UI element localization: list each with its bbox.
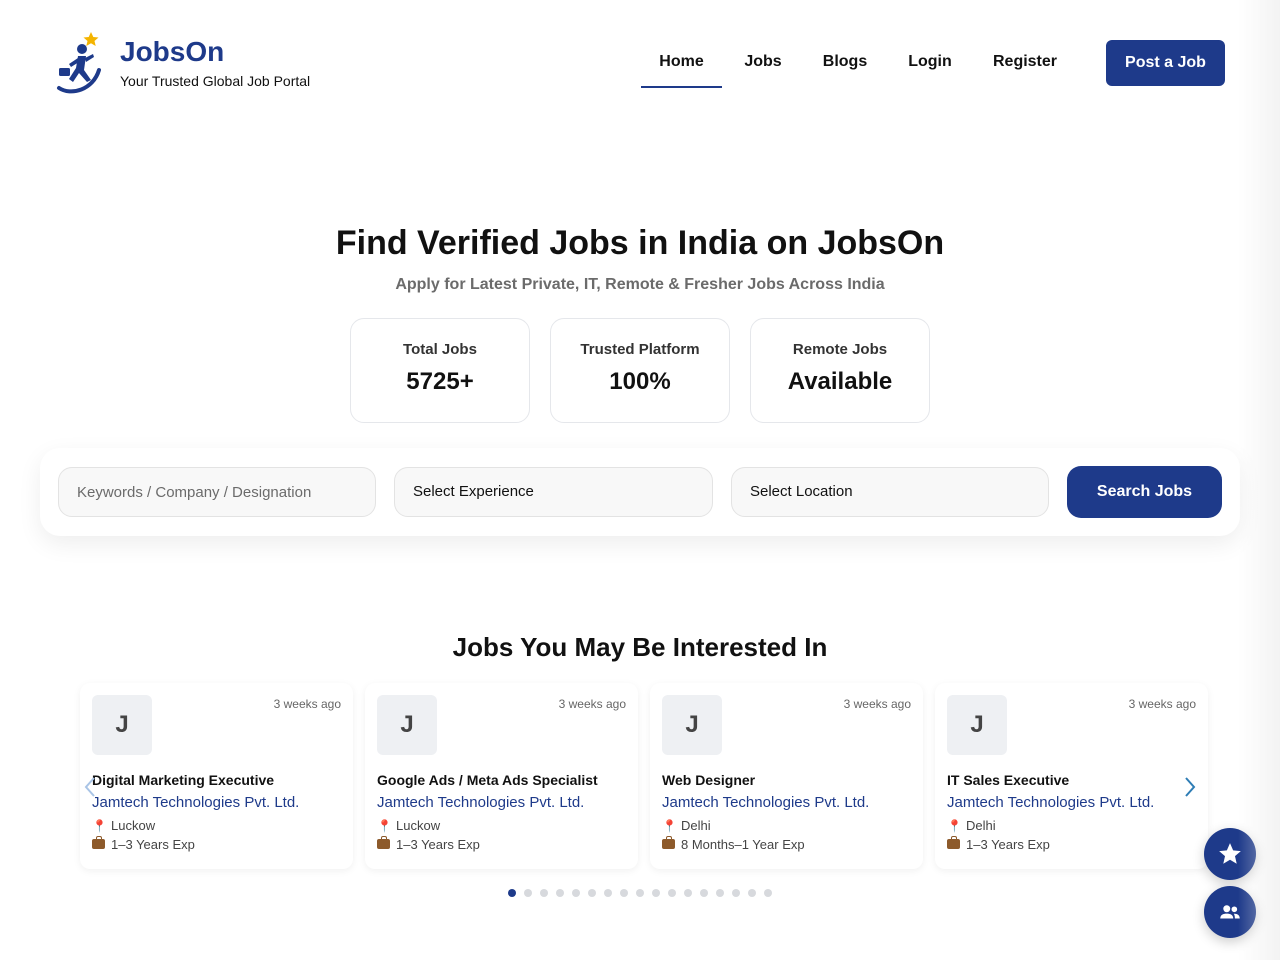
carousel-dot[interactable] (764, 889, 772, 897)
pin-icon: 📍 (377, 819, 392, 833)
job-title[interactable]: Google Ads / Meta Ads Specialist (377, 772, 598, 788)
brand-name[interactable]: JobsOn (120, 36, 224, 68)
search-jobs-button[interactable]: Search Jobs (1067, 466, 1222, 518)
carousel-dot[interactable] (524, 889, 532, 897)
job-experience: 1–3 Years Exp (947, 836, 1050, 852)
hero-title: Find Verified Jobs in India on JobsOn (335, 224, 945, 262)
briefcase-icon (947, 836, 960, 849)
section-title: Jobs You May Be Interested In (452, 632, 828, 662)
users-icon (1220, 905, 1240, 919)
experience-text: 1–3 Years Exp (111, 837, 195, 852)
carousel-dot[interactable] (540, 889, 548, 897)
experience-text: 1–3 Years Exp (396, 837, 480, 852)
carousel-dot[interactable] (604, 889, 612, 897)
site-header: JobsOn Your Trusted Global Job Portal Ho… (0, 0, 1280, 125)
company-avatar: J (947, 695, 1007, 755)
job-card[interactable]: J 3 weeks ago Digital Marketing Executiv… (80, 683, 353, 869)
location-text: Luckow (396, 818, 441, 833)
stat-value: 100% (609, 368, 671, 395)
job-location: 📍 Luckow (92, 818, 155, 833)
carousel-dot[interactable] (620, 889, 628, 897)
location-text: Delhi (681, 818, 711, 833)
job-card[interactable]: J 3 weeks ago Web Designer Jamtech Techn… (650, 683, 923, 869)
job-carousel: J 3 weeks ago Digital Marketing Executiv… (80, 683, 1208, 869)
job-experience: 8 Months–1 Year Exp (662, 836, 805, 852)
job-location: 📍 Delhi (947, 818, 996, 833)
company-name[interactable]: Jamtech Technologies Pvt. Ltd. (947, 794, 1154, 811)
carousel-dot[interactable] (572, 889, 580, 897)
carousel-dot[interactable] (732, 889, 740, 897)
carousel-dot[interactable] (700, 889, 708, 897)
carousel-dot[interactable] (636, 889, 644, 897)
stat-value: 5725+ (406, 368, 474, 395)
job-title[interactable]: IT Sales Executive (947, 772, 1069, 788)
brand-tagline: Your Trusted Global Job Portal (120, 73, 311, 89)
carousel-dot[interactable] (556, 889, 564, 897)
carousel-dot[interactable] (748, 889, 756, 897)
job-title[interactable]: Digital Marketing Executive (92, 772, 274, 788)
company-avatar: J (377, 695, 437, 755)
carousel-pagination (508, 889, 780, 899)
nav-register[interactable]: Register (974, 40, 1076, 88)
company-avatar: J (92, 695, 152, 755)
nav-jobs[interactable]: Jobs (722, 40, 804, 88)
company-avatar: J (662, 695, 722, 755)
post-job-button[interactable]: Post a Job (1106, 40, 1225, 86)
carousel-dot[interactable] (588, 889, 596, 897)
stat-label: Trusted Platform (580, 341, 700, 358)
company-name[interactable]: Jamtech Technologies Pvt. Ltd. (662, 794, 869, 811)
location-select[interactable]: Select Location (731, 467, 1049, 517)
keyword-search-input[interactable] (58, 467, 376, 517)
location-text: Luckow (111, 818, 156, 833)
job-card[interactable]: J 3 weeks ago IT Sales Executive Jamtech… (935, 683, 1208, 869)
star-icon (1219, 843, 1241, 864)
pin-icon: 📍 (662, 819, 677, 833)
experience-text: 1–3 Years Exp (966, 837, 1050, 852)
stat-label: Total Jobs (403, 341, 477, 358)
stat-card-trusted-platform: Trusted Platform 100% (550, 318, 730, 423)
briefcase-icon (92, 836, 105, 849)
nav-home[interactable]: Home (641, 40, 722, 88)
carousel-next-icon[interactable] (1180, 772, 1200, 802)
nav-login[interactable]: Login (886, 40, 974, 88)
company-name[interactable]: Jamtech Technologies Pvt. Ltd. (377, 794, 584, 811)
carousel-prev-icon[interactable] (80, 772, 100, 802)
stat-card-total-jobs: Total Jobs 5725+ (350, 318, 530, 423)
carousel-dot[interactable] (668, 889, 676, 897)
posted-time: 3 weeks ago (558, 697, 626, 711)
nav-blogs[interactable]: Blogs (804, 40, 886, 88)
stat-label: Remote Jobs (792, 341, 888, 358)
carousel-dot[interactable] (684, 889, 692, 897)
experience-text: 8 Months–1 Year Exp (681, 837, 805, 852)
posted-time: 3 weeks ago (1128, 697, 1196, 711)
job-card[interactable]: J 3 weeks ago Google Ads / Meta Ads Spec… (365, 683, 638, 869)
stats-row: Total Jobs 5725+ Trusted Platform 100% R… (350, 318, 930, 423)
posted-time: 3 weeks ago (273, 697, 341, 711)
carousel-dot[interactable] (652, 889, 660, 897)
job-location: 📍 Luckow (377, 818, 440, 833)
scroll-shadow (1238, 0, 1280, 960)
experience-select[interactable]: Select Experience (394, 467, 713, 517)
briefcase-icon (377, 836, 390, 849)
job-title[interactable]: Web Designer (662, 772, 755, 788)
carousel-dot[interactable] (716, 889, 724, 897)
pin-icon: 📍 (947, 819, 962, 833)
stat-value: Available (787, 368, 893, 395)
pin-icon: 📍 (92, 819, 107, 833)
search-bar: Select Experience Select Location Search… (40, 448, 1240, 536)
briefcase-icon (662, 836, 675, 849)
favorites-fab[interactable] (1204, 828, 1256, 880)
stat-card-remote-jobs: Remote Jobs Available (750, 318, 930, 423)
community-fab[interactable] (1204, 886, 1256, 938)
job-experience: 1–3 Years Exp (377, 836, 480, 852)
location-text: Delhi (966, 818, 996, 833)
job-location: 📍 Delhi (662, 818, 711, 833)
carousel-dot[interactable] (508, 889, 516, 897)
hero-subtitle: Apply for Latest Private, IT, Remote & F… (395, 276, 885, 293)
company-name[interactable]: Jamtech Technologies Pvt. Ltd. (92, 794, 299, 811)
logo-icon[interactable] (55, 32, 103, 96)
main-nav: Home Jobs Blogs Login Register (641, 40, 1076, 88)
posted-time: 3 weeks ago (843, 697, 911, 711)
job-experience: 1–3 Years Exp (92, 836, 195, 852)
